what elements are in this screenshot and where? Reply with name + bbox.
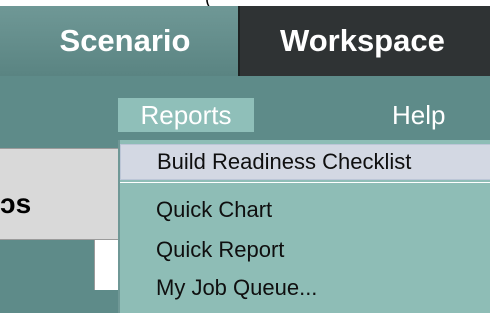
menu-help[interactable]: Help bbox=[392, 98, 472, 132]
left-panel-label-fragment: ɔs bbox=[0, 188, 32, 219]
white-content-block bbox=[94, 240, 120, 290]
tab-scenario[interactable]: Scenario bbox=[0, 6, 238, 76]
menu-item-quick-chart[interactable]: Quick Chart bbox=[120, 192, 490, 228]
reports-dropdown-menu: Build Readiness Checklist Quick Chart Qu… bbox=[118, 140, 490, 313]
menu-separator bbox=[120, 182, 490, 183]
menu-item-my-job-queue[interactable]: My Job Queue... bbox=[120, 270, 490, 306]
menu-reports[interactable]: Reports bbox=[118, 98, 254, 132]
tab-workspace[interactable]: Workspace bbox=[238, 6, 490, 76]
menu-item-quick-report[interactable]: Quick Report bbox=[120, 232, 490, 268]
menu-item-build-readiness-checklist[interactable]: Build Readiness Checklist bbox=[120, 144, 490, 180]
